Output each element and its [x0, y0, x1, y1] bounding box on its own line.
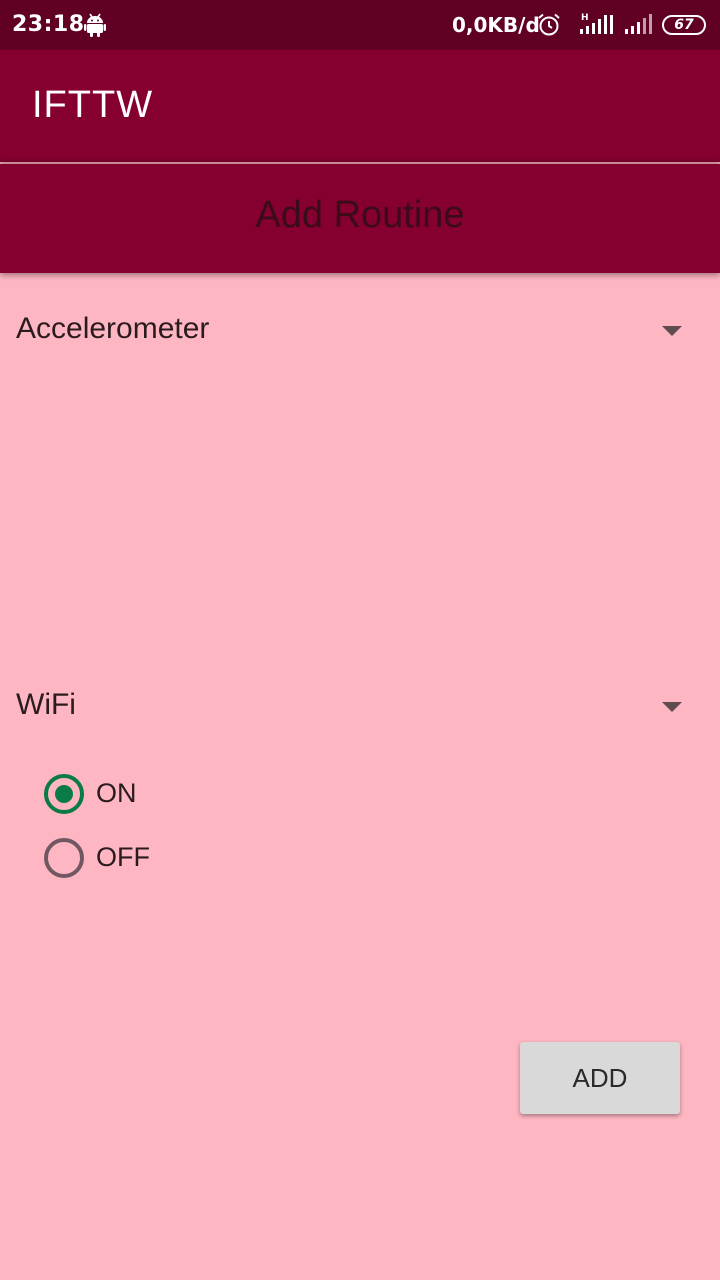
app-bar: IFTTW	[0, 50, 720, 162]
alarm-icon	[538, 13, 560, 36]
page-header: Add Routine	[0, 164, 720, 273]
signal-icon: H	[580, 13, 613, 34]
action-spinner-value: WiFi	[16, 688, 76, 721]
status-bar: 23:18 0,0KB/d H 67	[0, 0, 720, 50]
action-spinner[interactable]: WiFi	[0, 676, 720, 736]
dropdown-arrow-icon	[662, 326, 682, 336]
radio-label-on: ON	[96, 778, 137, 808]
signal-icon	[625, 14, 652, 34]
battery-level: 67	[674, 17, 694, 33]
app-title: IFTTW	[32, 84, 154, 126]
trigger-spinner-value: Accelerometer	[16, 312, 210, 345]
battery-icon: 67	[662, 15, 706, 35]
status-time: 23:18	[12, 12, 85, 37]
radio-checked-icon[interactable]	[44, 774, 84, 814]
radio-option-on[interactable]: ON	[42, 770, 342, 820]
radio-option-off[interactable]: OFF	[42, 834, 342, 884]
dropdown-arrow-icon	[662, 702, 682, 712]
radio-label-off: OFF	[96, 842, 150, 872]
network-speed: 0,0KB/d	[452, 13, 540, 37]
add-button[interactable]: ADD	[520, 1042, 680, 1114]
page-title: Add Routine	[255, 194, 465, 236]
trigger-spinner[interactable]: Accelerometer	[0, 300, 720, 360]
signal-type-label: H	[581, 13, 589, 23]
radio-unchecked-icon[interactable]	[44, 838, 84, 878]
android-icon	[84, 13, 106, 37]
